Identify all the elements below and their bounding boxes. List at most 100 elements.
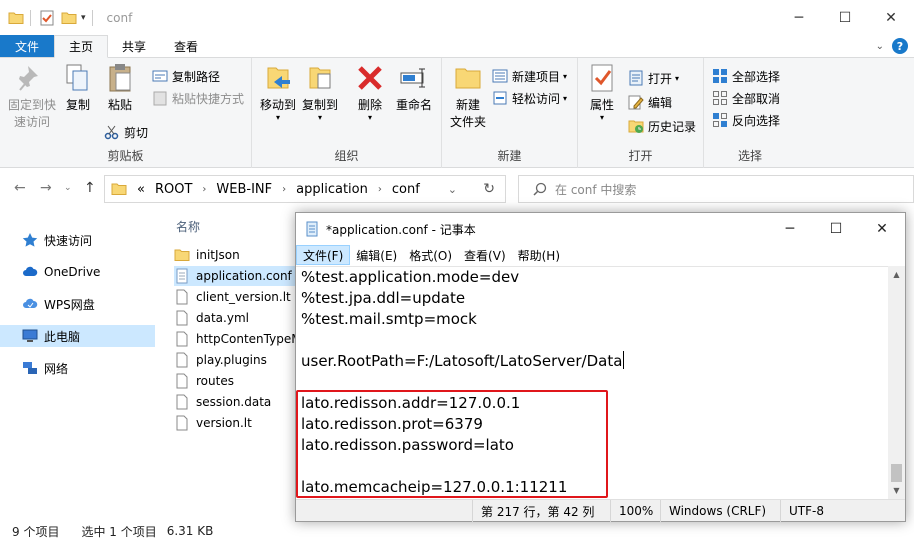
notepad-text-area[interactable]: %test.application.mode=dev %test.jpa.ddl…: [296, 266, 888, 499]
quick-access-dropdown-icon[interactable]: ▾: [81, 13, 86, 23]
scrollbar-thumb[interactable]: [891, 464, 902, 482]
tab-file[interactable]: 文件: [0, 35, 54, 57]
file-icon: [176, 373, 188, 389]
minimize-button[interactable]: ─: [776, 0, 822, 36]
nav-quick-access[interactable]: 快速访问: [0, 229, 155, 251]
back-arrow-icon[interactable]: ←: [14, 180, 26, 196]
delete-button[interactable]: 删除 ▾: [352, 62, 388, 122]
group-label-clipboard: 剪贴板: [107, 149, 144, 163]
chevron-right-icon[interactable]: ›: [378, 184, 382, 195]
file-item[interactable]: play.plugins: [174, 350, 308, 370]
open-button[interactable]: 打开 ▾: [628, 68, 679, 88]
chevron-right-icon[interactable]: ›: [202, 184, 206, 195]
history-button[interactable]: 历史记录: [628, 116, 696, 136]
menu-format[interactable]: 格式(O): [403, 245, 458, 265]
paste-button[interactable]: 粘贴: [104, 62, 136, 114]
recent-locations-dropdown-icon[interactable]: ⌄: [64, 183, 72, 193]
folder-icon: [111, 183, 127, 195]
ribbon-group-select: 全部选择 全部取消 反向选择 选择: [704, 58, 796, 168]
menu-view[interactable]: 查看(V): [458, 245, 512, 265]
copy-button[interactable]: 复制: [62, 62, 94, 114]
nav-onedrive[interactable]: OneDrive: [0, 261, 155, 283]
group-label-select: 选择: [737, 149, 762, 163]
nav-this-pc[interactable]: 此电脑: [0, 325, 155, 347]
paste-icon: [109, 64, 131, 92]
file-icon: [176, 394, 188, 410]
file-item[interactable]: version.lt: [174, 413, 308, 433]
tab-view[interactable]: 查看: [160, 35, 212, 57]
up-arrow-icon[interactable]: ↑: [84, 180, 96, 196]
breadcrumb-web-inf[interactable]: WEB-INF: [216, 182, 272, 197]
paste-shortcut-icon: [153, 91, 167, 106]
folder-icon: [8, 12, 24, 24]
nav-wps-drive[interactable]: WPS网盘: [0, 293, 155, 315]
select-all-icon: [713, 69, 727, 83]
text-line-current: user.RootPath=F:/Latosoft/LatoServer/Dat…: [301, 351, 625, 370]
folder-icon: [174, 249, 190, 261]
new-folder-button[interactable]: 新建 文件夹: [446, 62, 490, 131]
file-item[interactable]: client_version.lt: [174, 287, 308, 307]
address-dropdown-icon[interactable]: ⌄: [448, 183, 457, 196]
copy-to-button[interactable]: 复制到 ▾: [300, 62, 340, 122]
new-folder-icon[interactable]: [61, 10, 77, 26]
selected-count: 选中 1 个项目: [81, 524, 157, 539]
file-item[interactable]: data.yml: [174, 308, 308, 328]
menu-edit[interactable]: 编辑(E): [350, 245, 403, 265]
separator: [91, 10, 93, 26]
pin-quick-access-button[interactable]: 固定到快 速访问: [4, 62, 60, 131]
column-header-name[interactable]: 名称: [176, 218, 200, 235]
notepad-window-controls: ─ ☐ ✕: [767, 213, 905, 245]
dropdown-icon: ▾: [317, 113, 322, 122]
notepad-menu-bar: 文件(F) 编辑(E) 格式(O) 查看(V) 帮助(H): [296, 245, 905, 265]
file-item[interactable]: routes: [174, 371, 308, 391]
ribbon-group-open: 属性 ▾ 打开 ▾ 编辑 历史记录 打开: [578, 58, 704, 168]
cloud-icon: [23, 266, 38, 276]
breadcrumb-root[interactable]: ROOT: [155, 182, 192, 197]
address-bar[interactable]: « ROOT › WEB-INF › application › conf ⌄ …: [104, 175, 506, 203]
copy-path-button[interactable]: 复制路径: [152, 66, 220, 86]
breadcrumb-overflow[interactable]: «: [137, 182, 145, 197]
select-none-button[interactable]: 全部取消: [712, 88, 780, 108]
invert-selection-button[interactable]: 反向选择: [712, 110, 780, 130]
nav-network[interactable]: 网络: [0, 357, 155, 379]
properties-checkmark-icon[interactable]: [39, 10, 55, 26]
new-item-button[interactable]: 新建项目 ▾: [492, 66, 567, 86]
menu-file[interactable]: 文件(F): [296, 245, 351, 265]
notepad-close-button[interactable]: ✕: [859, 213, 905, 245]
notepad-minimize-button[interactable]: ─: [767, 213, 813, 245]
close-button[interactable]: ✕: [868, 0, 914, 36]
tab-home[interactable]: 主页: [54, 35, 109, 58]
breadcrumb-conf[interactable]: conf: [392, 182, 420, 197]
tab-share[interactable]: 共享: [108, 35, 160, 57]
window-title: conf: [106, 11, 133, 25]
selected-size: 6.31 KB: [166, 524, 214, 538]
scroll-down-icon[interactable]: ▼: [888, 482, 905, 499]
forward-arrow-icon[interactable]: →: [40, 180, 52, 196]
text-line: %test.jpa.ddl=update: [301, 289, 466, 307]
move-to-button[interactable]: 移动到 ▾: [258, 62, 298, 122]
cut-button[interactable]: 剪切: [104, 122, 148, 142]
rename-icon: [400, 68, 425, 88]
file-item[interactable]: session.data: [174, 392, 308, 412]
file-item-selected[interactable]: application.conf: [174, 266, 308, 286]
file-item[interactable]: httpContenTypeM: [174, 329, 308, 349]
paste-shortcut-button[interactable]: 粘贴快捷方式: [152, 88, 244, 108]
properties-button[interactable]: 属性 ▾: [584, 62, 620, 122]
help-icon[interactable]: ?: [892, 38, 908, 54]
vertical-scrollbar[interactable]: ▲ ▼: [888, 266, 905, 499]
file-item[interactable]: initJson: [174, 245, 308, 265]
easy-access-button[interactable]: 轻松访问 ▾: [492, 88, 567, 108]
rename-button[interactable]: 重命名: [392, 62, 436, 114]
notepad-maximize-button[interactable]: ☐: [813, 213, 859, 245]
breadcrumb-application[interactable]: application: [296, 182, 368, 197]
menu-help[interactable]: 帮助(H): [512, 245, 566, 265]
search-box[interactable]: 在 conf 中搜索: [518, 175, 914, 203]
edit-button[interactable]: 编辑: [628, 92, 672, 112]
select-all-button[interactable]: 全部选择: [712, 66, 780, 86]
edit-pencil-icon: [628, 95, 644, 110]
ribbon-expand-icon[interactable]: ⌄: [876, 41, 884, 52]
scroll-up-icon[interactable]: ▲: [888, 266, 905, 283]
refresh-icon[interactable]: ↻: [483, 181, 495, 197]
maximize-button[interactable]: ☐: [822, 0, 868, 36]
chevron-right-icon[interactable]: ›: [282, 184, 286, 195]
